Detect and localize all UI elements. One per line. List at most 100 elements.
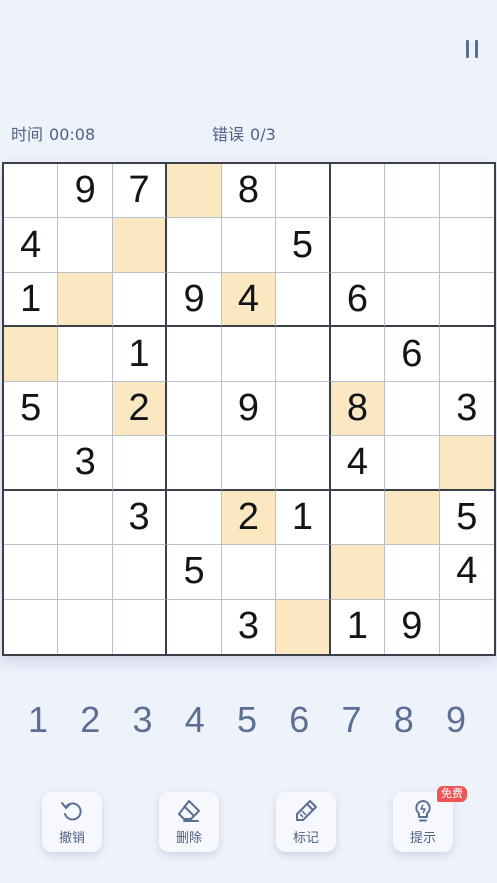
board-cell[interactable] [385, 490, 440, 546]
board-cell[interactable]: 3 [222, 599, 277, 654]
board-cell[interactable]: 1 [112, 327, 168, 382]
board-cell[interactable] [385, 164, 440, 219]
board-cell[interactable] [221, 218, 277, 273]
board-cell[interactable] [58, 545, 113, 600]
number-button[interactable]: 3 [117, 695, 169, 745]
board-cell[interactable] [385, 218, 440, 273]
board-cell[interactable] [439, 164, 494, 219]
board-cell[interactable] [276, 327, 331, 382]
board-cell[interactable] [439, 218, 494, 273]
board-cell[interactable]: 5 [276, 218, 331, 273]
board-cell[interactable] [330, 327, 386, 382]
board-cell[interactable]: 1 [276, 490, 331, 546]
board-cell[interactable] [112, 272, 168, 328]
board-cell[interactable] [221, 436, 277, 491]
board-cell[interactable]: 5 [167, 545, 222, 600]
board-cell[interactable] [167, 381, 222, 437]
board-cell[interactable] [113, 599, 168, 654]
board-cell[interactable]: 2 [221, 490, 277, 546]
number-button[interactable]: 6 [273, 695, 325, 745]
board-cell[interactable] [330, 545, 386, 600]
board-cell[interactable] [330, 164, 386, 219]
board-cell[interactable]: 3 [439, 382, 494, 437]
number-button[interactable]: 4 [169, 695, 221, 745]
board-cell[interactable] [58, 218, 113, 273]
number-button[interactable]: 2 [64, 695, 116, 745]
board-cell[interactable]: 6 [385, 327, 440, 382]
board-cell[interactable] [221, 327, 277, 382]
board-cell[interactable] [167, 490, 222, 546]
number-button[interactable]: 7 [326, 695, 378, 745]
board-cell[interactable]: 1 [4, 272, 59, 328]
board-cell[interactable] [4, 490, 59, 546]
board-cell[interactable] [58, 599, 113, 654]
board-cell[interactable] [439, 273, 494, 328]
number-button[interactable]: 8 [378, 695, 430, 745]
number-button[interactable]: 9 [430, 695, 482, 745]
number-button[interactable]: 1 [12, 695, 64, 745]
board-cell[interactable] [276, 545, 331, 600]
board-cell[interactable] [276, 436, 331, 491]
board-cell[interactable]: 5 [439, 491, 494, 546]
board-cell[interactable] [385, 545, 440, 600]
board-cell[interactable]: 9 [58, 164, 113, 219]
error-label: 错误 [212, 125, 245, 144]
board-cell[interactable] [167, 327, 222, 382]
board-cell[interactable]: 3 [112, 490, 168, 546]
board-cell[interactable] [439, 436, 494, 491]
board-cell[interactable]: 9 [385, 599, 440, 654]
board-cell[interactable]: 7 [112, 164, 168, 219]
board-cell[interactable]: 9 [167, 272, 222, 328]
note-button[interactable]: 标记 [276, 792, 336, 852]
board-cell[interactable] [385, 381, 440, 437]
board-cell[interactable] [276, 164, 331, 219]
board-cell[interactable]: 8 [330, 381, 386, 437]
board-cell[interactable]: 9 [221, 381, 277, 437]
board-cell[interactable] [112, 545, 168, 600]
erase-button[interactable]: 删除 [159, 792, 219, 852]
board-cell[interactable] [276, 599, 331, 654]
timer-label: 时间 [11, 125, 44, 144]
board-cell[interactable]: 5 [4, 381, 59, 437]
pause-button[interactable] [459, 36, 485, 62]
board-cell[interactable] [112, 436, 168, 491]
board-cell[interactable]: 6 [330, 272, 386, 328]
timer: 时间 00:08 [11, 121, 95, 145]
board-cell[interactable] [167, 218, 222, 273]
board-cell[interactable] [167, 164, 222, 219]
board-cell[interactable] [112, 218, 168, 273]
board-cell[interactable]: 4 [4, 218, 59, 273]
board-cell[interactable]: 3 [58, 436, 113, 491]
board-cell[interactable] [167, 599, 222, 654]
board-cell[interactable]: 4 [439, 545, 494, 600]
board-cell[interactable] [58, 381, 113, 437]
sudoku-board: 978451946165298334321554319 [2, 162, 496, 656]
board-cell[interactable] [330, 218, 386, 273]
board-cell[interactable] [330, 490, 386, 546]
board-cell[interactable]: 8 [221, 164, 277, 219]
board-cell[interactable] [58, 327, 113, 382]
board-cell[interactable] [4, 436, 59, 491]
board-cell[interactable] [276, 272, 331, 328]
board-cell[interactable]: 1 [331, 599, 386, 654]
board-cell[interactable] [385, 272, 440, 328]
board-cell[interactable]: 4 [221, 272, 277, 328]
board-cell[interactable] [4, 164, 59, 219]
board-cell[interactable] [4, 327, 59, 382]
hint-button[interactable]: 免费 提示 [393, 786, 467, 852]
board-cell[interactable] [58, 272, 113, 328]
undo-button[interactable]: 撤销 [42, 792, 102, 852]
board-cell[interactable] [221, 545, 277, 600]
board-cell[interactable] [4, 599, 59, 654]
board-cell[interactable] [167, 436, 222, 491]
board-cell[interactable]: 4 [330, 436, 386, 491]
pause-icon [466, 40, 469, 58]
board-cell[interactable] [4, 545, 59, 600]
board-cell[interactable] [276, 381, 331, 437]
number-button[interactable]: 5 [221, 695, 273, 745]
board-cell[interactable] [385, 436, 440, 491]
board-cell[interactable] [440, 600, 494, 654]
board-cell[interactable]: 2 [112, 381, 168, 437]
board-cell[interactable] [58, 490, 113, 546]
board-cell[interactable] [439, 327, 494, 382]
